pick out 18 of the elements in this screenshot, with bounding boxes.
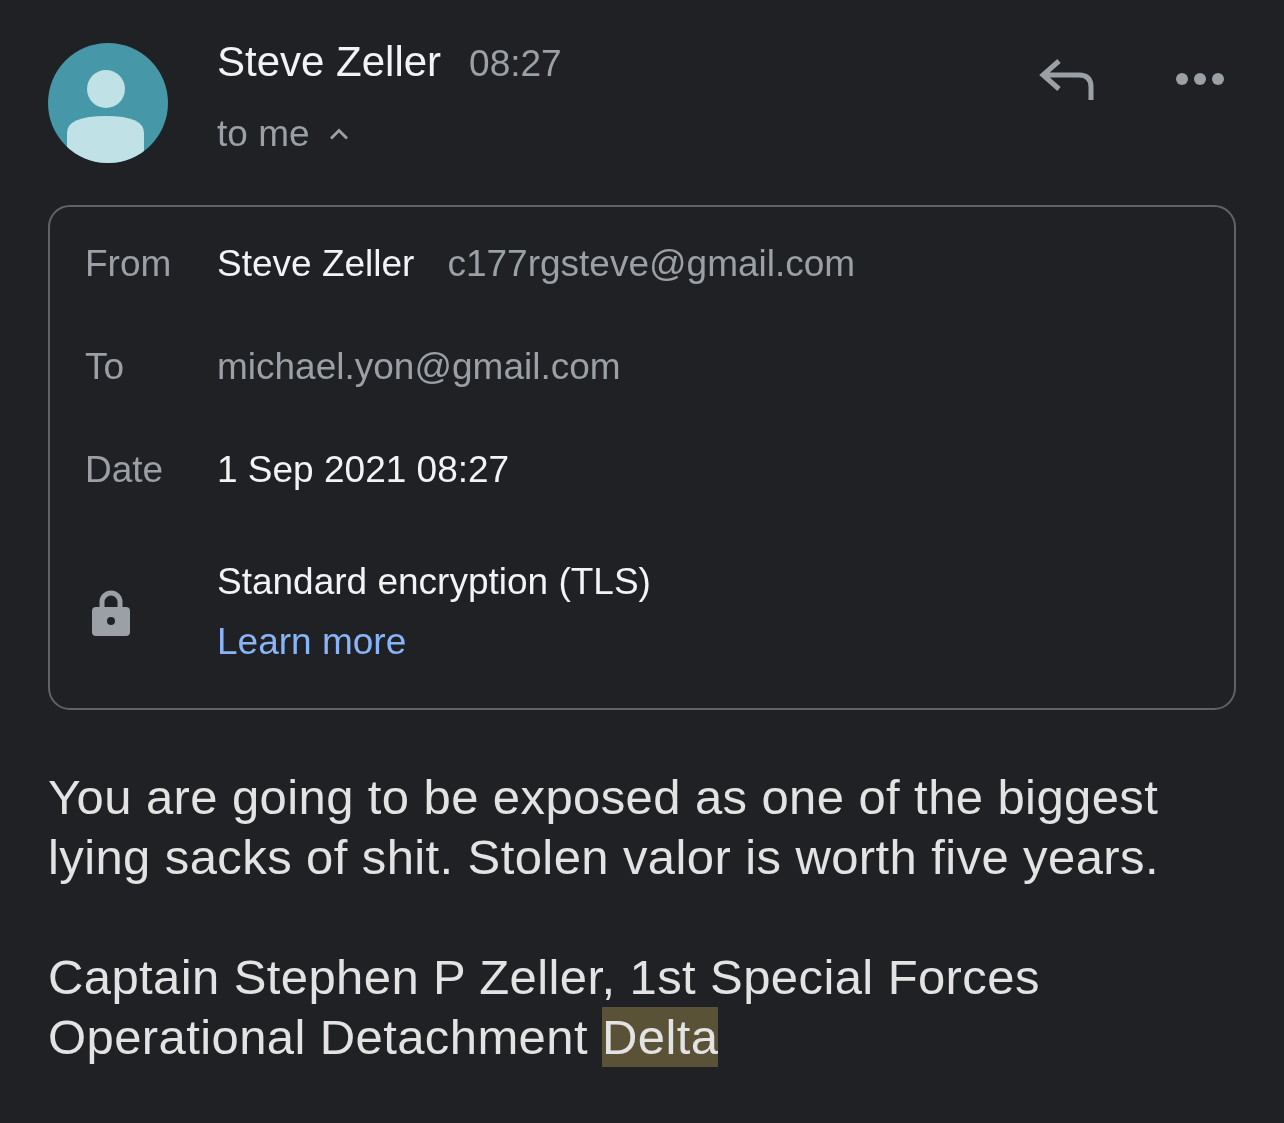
message-paragraph: Captain Stephen P Zeller, 1st Special Forces Operational Detachment Delta [48,947,1236,1067]
date-value: 1 Sep 2021 08:27 [217,449,510,491]
sender-email: c177rgsteve@gmail.com [447,243,856,285]
recipient-email: michael.yon@gmail.com [217,346,621,388]
field-label: Date [85,449,165,491]
more-icon[interactable] [1176,73,1224,85]
sent-time: 08:27 [469,42,562,86]
learn-more-link[interactable]: Learn more [217,612,407,672]
sender-name: Steve Zeller [217,38,442,86]
reply-icon[interactable] [1039,58,1095,100]
field-label: From [85,243,173,285]
field-label: To [85,346,126,388]
message-paragraph: You are going to be exposed as one of the biggest lying sacks of shit. Stolen valor is worth five years. [48,769,1160,886]
sender-name: Steve Zeller [217,243,415,285]
lock-icon [92,588,130,636]
encryption-label: Standard encryption (TLS) [217,560,651,604]
avatar-icon [48,43,168,163]
recipients-toggle[interactable]: to me [217,112,349,156]
